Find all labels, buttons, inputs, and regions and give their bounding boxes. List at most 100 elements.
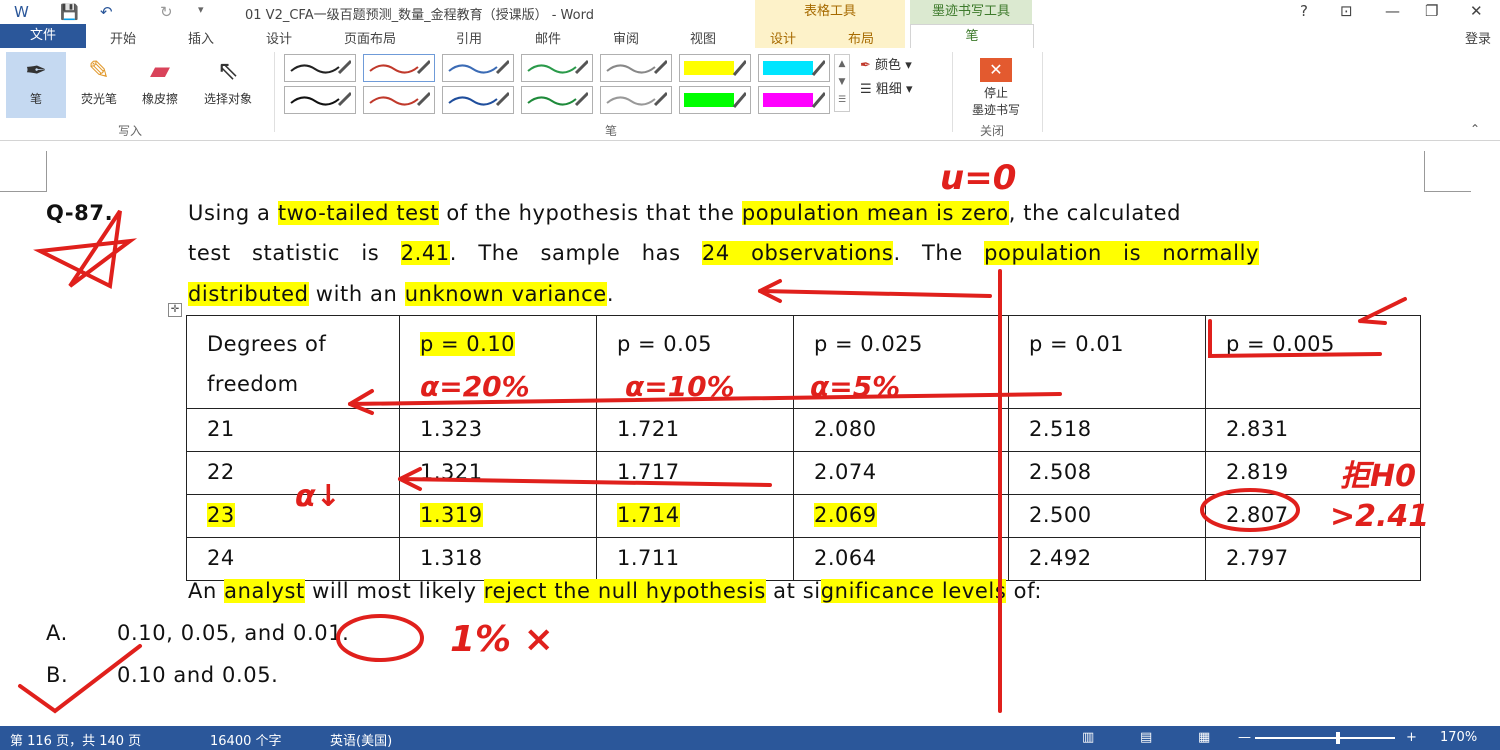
page-count[interactable]: 第 116 页，共 140 页 <box>10 730 141 749</box>
collapse-ribbon-icon[interactable]: ⌃ <box>1470 122 1480 136</box>
document-page[interactable]: Q-87. Using a two-tailed test of the hyp… <box>0 141 1500 726</box>
save-icon[interactable]: 💾 <box>60 3 79 21</box>
tab-table-design[interactable]: 设计 <box>770 28 796 47</box>
tab-view[interactable]: 视图 <box>690 28 716 47</box>
ink-alpha-10: α=10% <box>625 370 735 403</box>
circle-2807 <box>1200 488 1300 532</box>
highlighter-swatch-icon <box>684 60 746 76</box>
eraser-icon: ▰ <box>150 56 170 86</box>
tab-page-layout[interactable]: 页面布局 <box>344 28 396 47</box>
pen-swatch-7[interactable] <box>284 86 356 114</box>
zoom-out-icon[interactable]: — <box>1238 730 1251 745</box>
ribbon-display-icon[interactable]: ⊡ <box>1340 2 1353 20</box>
pen-swatch-5[interactable] <box>679 54 751 82</box>
help-button[interactable]: ? <box>1300 2 1308 20</box>
color-icon: ✒ <box>860 58 871 73</box>
restore-icon[interactable]: ❐ <box>1425 2 1438 20</box>
ink-alpha-20: α=20% <box>420 370 530 403</box>
pen-icon: ✒ <box>25 56 47 86</box>
minimize-icon[interactable]: — <box>1385 2 1400 20</box>
zoom-level[interactable]: 170% <box>1440 730 1477 745</box>
tab-design[interactable]: 设计 <box>266 28 292 47</box>
document-title: 01 V2_CFA一级百题预测_数量_金程教育（授课版） - Word <box>245 8 594 23</box>
close-group-label: 关闭 <box>980 124 1005 138</box>
redo-icon[interactable]: ↻ <box>160 3 173 21</box>
table-tools-group: 表格工具 <box>755 0 905 24</box>
zoom-slider[interactable] <box>1255 737 1395 739</box>
tab-pen[interactable]: 笔 <box>910 24 1034 50</box>
color-dropdown[interactable]: ✒ 颜色 ▾ <box>860 54 912 73</box>
pen-swatch-icon <box>527 59 588 75</box>
ink-reject: 拒H0 <box>1340 459 1416 494</box>
p005-bracket <box>1208 319 1382 359</box>
tab-file[interactable]: 文件 <box>0 24 86 48</box>
arrow-line <box>758 289 992 298</box>
gallery-scroll[interactable]: ▲ ▼ ☰ <box>834 54 850 112</box>
pen-swatch-4[interactable] <box>600 54 672 82</box>
pen-swatch-icon <box>527 91 588 107</box>
pen-swatch-10[interactable] <box>521 86 593 114</box>
highlighter-swatch-icon <box>684 92 746 108</box>
pen-swatch-0[interactable] <box>284 54 356 82</box>
word-icon: W <box>14 3 29 21</box>
customize-quick-access-icon[interactable]: ▾ <box>198 3 204 16</box>
ink-gt-241: >2.41 <box>1330 499 1429 534</box>
read-mode-icon[interactable]: ▥ <box>1082 730 1094 745</box>
eraser-button[interactable]: ▰ 橡皮擦 <box>132 52 188 107</box>
write-group-label: 写入 <box>118 124 143 138</box>
select-objects-button[interactable]: ⇖ 选择对象 <box>192 52 264 107</box>
tab-home[interactable]: 开始 <box>110 28 136 47</box>
tab-mailings[interactable]: 邮件 <box>535 28 561 47</box>
pen-swatch-11[interactable] <box>600 86 672 114</box>
pen-swatch-1[interactable] <box>363 54 435 82</box>
pen-swatch-6[interactable] <box>758 54 830 82</box>
ribbon-tabs: 文件 开始 插入 设计 页面布局 引用 邮件 审阅 视图 设计 布局 笔 登录 <box>0 24 1500 50</box>
tab-insert[interactable]: 插入 <box>188 28 214 47</box>
zoom-thumb[interactable] <box>1336 732 1340 744</box>
title-bar: W 💾 ↶ ↻ ▾ 01 V2_CFA一级百题预测_数量_金程教育（授课版） -… <box>0 0 1500 24</box>
circle-001 <box>336 614 424 662</box>
language-indicator[interactable]: 英语(美国) <box>330 730 392 749</box>
zoom-in-icon[interactable]: + <box>1406 730 1417 745</box>
highlighter-icon: ✎ <box>88 56 110 86</box>
pen-swatch-9[interactable] <box>442 86 514 114</box>
web-layout-icon[interactable]: ▦ <box>1198 730 1210 745</box>
ribbon: ✒ 笔 ✎ 荧光笔 ▰ 橡皮擦 ⇖ 选择对象 写入 ▲ ▼ ☰ ✒ 颜色 ▾ ☰ 粗… <box>0 48 1500 141</box>
login-link[interactable]: 登录 <box>1465 28 1491 47</box>
thickness-dropdown[interactable]: ☰ 粗细 ▾ <box>860 78 912 97</box>
word-count[interactable]: 16400 个字 <box>210 730 282 749</box>
highlighter-swatch-icon <box>763 60 825 76</box>
tab-review[interactable]: 审阅 <box>613 28 639 47</box>
print-layout-icon[interactable]: ▤ <box>1140 730 1152 745</box>
ink-alpha-5: α=5% <box>810 370 900 403</box>
check-mark <box>18 644 142 714</box>
thickness-icon: ☰ <box>860 82 872 97</box>
pen-swatch-icon <box>606 59 667 75</box>
highlighter-button[interactable]: ✎ 荧光笔 <box>70 52 128 107</box>
stop-inking-button[interactable]: ✕ 停止 墨迹书写 <box>960 52 1032 118</box>
pen-swatch-13[interactable] <box>758 86 830 114</box>
ink-alpha-down: α↓ <box>295 479 341 514</box>
close-icon[interactable]: ✕ <box>1470 2 1483 20</box>
pen-swatch-icon <box>290 59 351 75</box>
pen-swatch-icon <box>290 91 351 107</box>
ink-one-percent: 1% × <box>450 619 554 660</box>
pen-group-label: 笔 <box>605 124 618 138</box>
cursor-icon: ⇖ <box>217 56 239 86</box>
ink-mu: u=0 <box>940 158 1016 198</box>
pen-swatch-12[interactable] <box>679 86 751 114</box>
pen-swatch-icon <box>369 91 430 107</box>
star-mark <box>33 209 138 290</box>
tab-table-layout[interactable]: 布局 <box>848 28 874 47</box>
ink-tools-group: 墨迹书写工具 <box>910 0 1032 24</box>
pen-swatch-8[interactable] <box>363 86 435 114</box>
pen-swatch-2[interactable] <box>442 54 514 82</box>
pen-swatch-icon <box>448 91 509 107</box>
undo-icon[interactable]: ↶ <box>100 3 113 21</box>
tab-references[interactable]: 引用 <box>456 28 482 47</box>
status-bar: 第 116 页，共 140 页 16400 个字 英语(美国) ▥ ▤ ▦ — … <box>0 726 1500 750</box>
pen-swatch-icon <box>606 91 667 107</box>
pen-swatch-3[interactable] <box>521 54 593 82</box>
pen-tool-button[interactable]: ✒ 笔 <box>6 52 66 118</box>
pen-swatch-icon <box>369 59 430 75</box>
